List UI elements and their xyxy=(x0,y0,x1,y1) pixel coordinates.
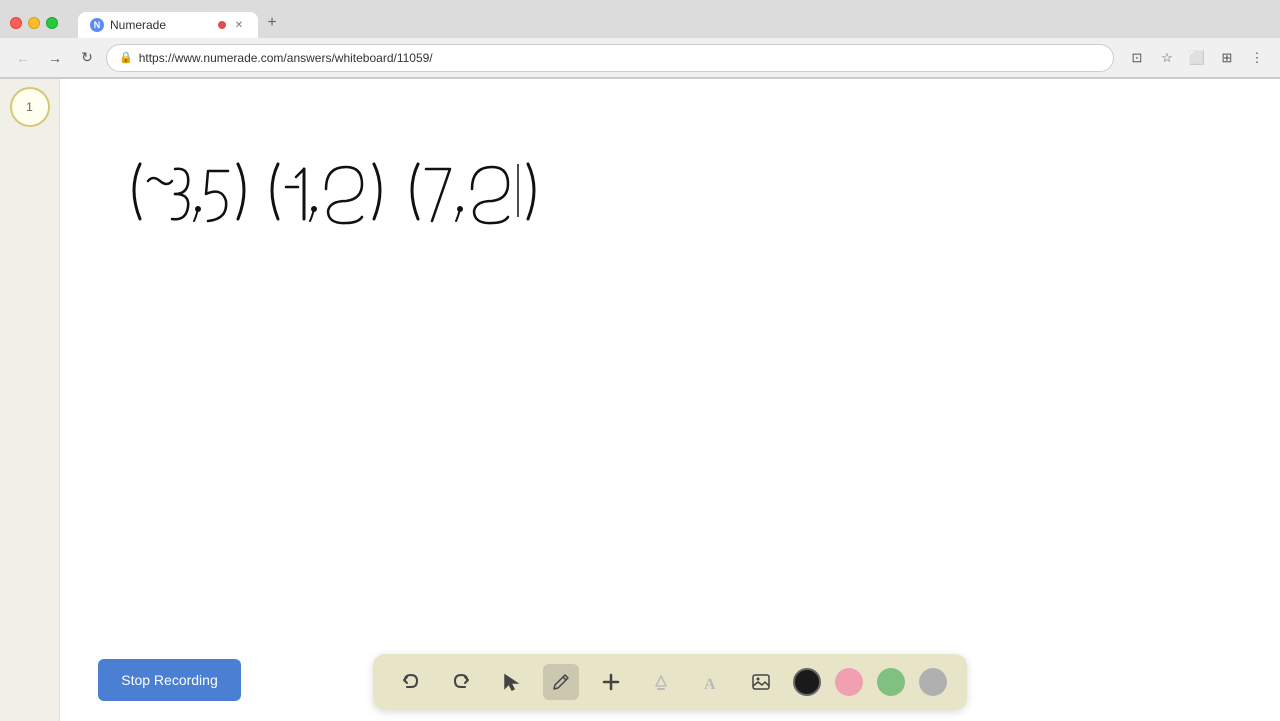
redo-icon xyxy=(451,672,471,692)
extensions-button[interactable]: ⬜ xyxy=(1184,45,1210,71)
close-button[interactable] xyxy=(10,17,22,29)
math-content-svg xyxy=(110,119,710,279)
select-tool-button[interactable] xyxy=(493,664,529,700)
pen-icon xyxy=(551,672,571,692)
grid-button[interactable]: ⊞ xyxy=(1214,45,1240,71)
whiteboard-main[interactable]: Stop Recording xyxy=(60,79,1280,721)
tab-close-button[interactable]: ✕ xyxy=(232,18,246,32)
stop-recording-button[interactable]: Stop Recording xyxy=(98,659,241,701)
traffic-lights xyxy=(10,17,58,29)
image-button[interactable] xyxy=(743,664,779,700)
recording-indicator-dot xyxy=(218,21,226,29)
bookmark-button[interactable]: ☆ xyxy=(1154,45,1180,71)
undo-icon xyxy=(401,672,421,692)
active-tab[interactable]: N Numerade ✕ xyxy=(78,12,258,38)
color-pink[interactable] xyxy=(835,668,863,696)
tab-title: Numerade xyxy=(110,18,212,32)
color-black[interactable] xyxy=(793,668,821,696)
forward-button[interactable]: → xyxy=(42,45,68,71)
plus-icon xyxy=(601,672,621,692)
nav-bar: ← → ↻ 🔒 https://www.numerade.com/answers… xyxy=(0,38,1280,78)
drawing-toolbar: A xyxy=(373,654,967,710)
text-icon: A xyxy=(701,672,721,692)
minimize-button[interactable] xyxy=(28,17,40,29)
svg-text:A: A xyxy=(704,676,716,692)
address-bar[interactable]: 🔒 https://www.numerade.com/answers/white… xyxy=(106,44,1114,72)
color-green[interactable] xyxy=(877,668,905,696)
new-tab-button[interactable]: + xyxy=(258,9,286,37)
whiteboard-container: 1 xyxy=(0,79,1280,721)
title-bar: N Numerade ✕ + xyxy=(0,0,1280,38)
lock-icon: 🔒 xyxy=(119,51,133,64)
url-text: https://www.numerade.com/answers/whitebo… xyxy=(139,51,433,65)
nav-actions: ⊡ ☆ ⬜ ⊞ ⋮ xyxy=(1124,45,1270,71)
browser-chrome: N Numerade ✕ + ← → ↻ 🔒 https://www.numer… xyxy=(0,0,1280,79)
undo-button[interactable] xyxy=(393,664,429,700)
tab-bar: N Numerade ✕ + xyxy=(78,9,1270,37)
cast-button[interactable]: ⊡ xyxy=(1124,45,1150,71)
text-tool-button[interactable]: A xyxy=(693,664,729,700)
redo-button[interactable] xyxy=(443,664,479,700)
pen-tool-button[interactable] xyxy=(543,664,579,700)
highlighter-button[interactable] xyxy=(643,664,679,700)
reload-button[interactable]: ↻ xyxy=(74,45,100,71)
page-1-thumb[interactable]: 1 xyxy=(10,87,50,127)
color-gray[interactable] xyxy=(919,668,947,696)
image-icon xyxy=(751,672,771,692)
whiteboard-canvas xyxy=(60,79,1280,721)
more-button[interactable]: ⋮ xyxy=(1244,45,1270,71)
add-button[interactable] xyxy=(593,664,629,700)
maximize-button[interactable] xyxy=(46,17,58,29)
back-button[interactable]: ← xyxy=(10,45,36,71)
page-sidebar: 1 xyxy=(0,79,60,721)
select-icon xyxy=(501,672,521,692)
highlighter-icon xyxy=(651,672,671,692)
tab-favicon: N xyxy=(90,18,104,32)
